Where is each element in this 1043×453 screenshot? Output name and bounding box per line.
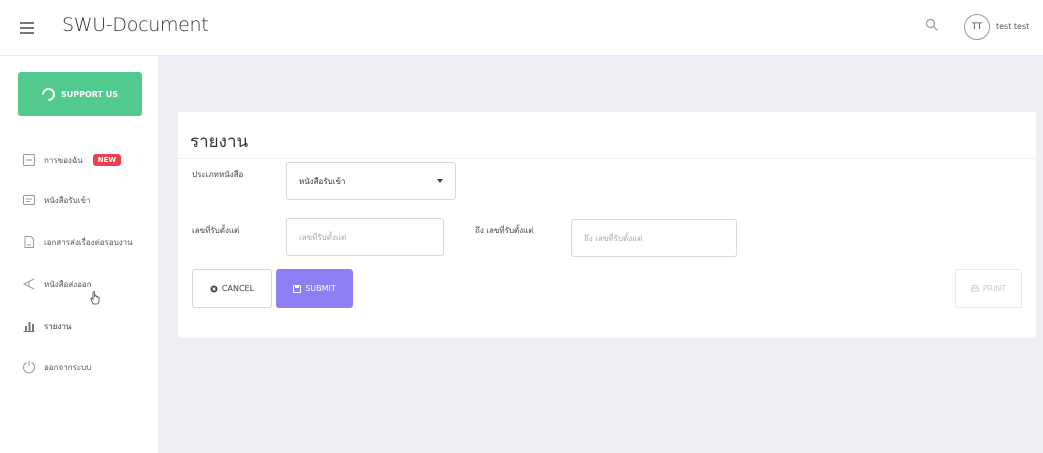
cancel-icon <box>210 285 218 292</box>
top-bar: SWU-Document TT test test <box>0 0 1043 56</box>
from-number-placeholder: เลขที่รับตั้งแต่ <box>299 232 347 242</box>
chart-icon <box>23 322 35 332</box>
card-divider <box>178 158 1036 159</box>
sidebar-item-label: ออกจากระบบ <box>44 362 92 372</box>
sidebar-item-label: เอกสารส่งเรื่องต่อรอบงาน <box>44 237 133 247</box>
to-number-label: ถึง เลขที่รับตั้งแต่ <box>475 226 534 235</box>
report-card: รายงาน ประเภทหนังสือ หนังสือรับเข้า เลขท… <box>178 112 1036 338</box>
sidebar-item-label: หนังสือรับเข้า <box>44 195 91 205</box>
cancel-label: CANCEL <box>221 284 255 293</box>
print-button[interactable]: PRINT <box>955 269 1022 308</box>
doc-type-value: หนังสือรับเข้า <box>299 176 346 186</box>
to-number-input[interactable]: ถึง เลขที่รับตั้งแต่ <box>571 219 737 257</box>
search-icon[interactable] <box>925 18 939 32</box>
menu-icon[interactable] <box>20 21 34 34</box>
from-number-label: เลขที่รับตั้งแต่ <box>192 226 240 235</box>
submit-button[interactable]: SUBMIT <box>276 269 353 308</box>
logout-icon <box>23 360 35 374</box>
sidebar-item-label: รายงาน <box>44 321 72 331</box>
app-title[interactable]: SWU-Document <box>62 14 209 36</box>
cancel-button[interactable]: CANCEL <box>192 269 272 308</box>
to-number-placeholder: ถึง เลขที่รับตั้งแต่ <box>584 233 643 243</box>
doc-type-select[interactable]: หนังสือรับเข้า <box>286 162 456 200</box>
document-icon <box>24 236 34 248</box>
sidebar-item-label: หนังสือส่งออก <box>44 279 92 289</box>
sidebar-item-label: การของฉัน <box>44 155 83 165</box>
support-icon <box>39 84 58 104</box>
from-number-input[interactable]: เลขที่รับตั้งแต่ <box>286 218 444 256</box>
inbox-icon <box>23 195 35 205</box>
print-label: PRINT <box>982 284 1007 293</box>
sidebar-item-inbox[interactable]: หนังสือรับเข้า <box>0 180 158 220</box>
sidebar-item-report[interactable]: รายงาน <box>0 306 158 346</box>
avatar[interactable]: TT <box>964 14 990 40</box>
sidebar: SUPPORT US การของฉัน NEW หนังสือรับเข้า … <box>0 56 158 453</box>
support-label: SUPPORT US <box>60 89 119 99</box>
support-us-button[interactable]: SUPPORT US <box>18 72 142 116</box>
doc-type-label: ประเภทหนังสือ <box>192 170 244 179</box>
list-icon <box>23 154 35 166</box>
chevron-down-icon <box>437 179 443 183</box>
hand-cursor-icon <box>90 291 100 305</box>
send-icon <box>22 278 35 290</box>
page-title: รายงาน <box>190 132 249 152</box>
sidebar-item-my-tasks[interactable]: การของฉัน NEW <box>0 140 158 180</box>
save-icon <box>293 284 302 293</box>
sidebar-item-outgoing[interactable]: หนังสือส่งออก <box>0 264 158 304</box>
sidebar-item-forward-docs[interactable]: เอกสารส่งเรื่องต่อรอบงาน <box>0 222 158 262</box>
new-badge: NEW <box>92 154 122 166</box>
sidebar-item-logout[interactable]: ออกจากระบบ <box>0 347 158 387</box>
print-icon <box>970 284 979 291</box>
username[interactable]: test test <box>996 22 1029 31</box>
submit-label: SUBMIT <box>305 284 336 293</box>
